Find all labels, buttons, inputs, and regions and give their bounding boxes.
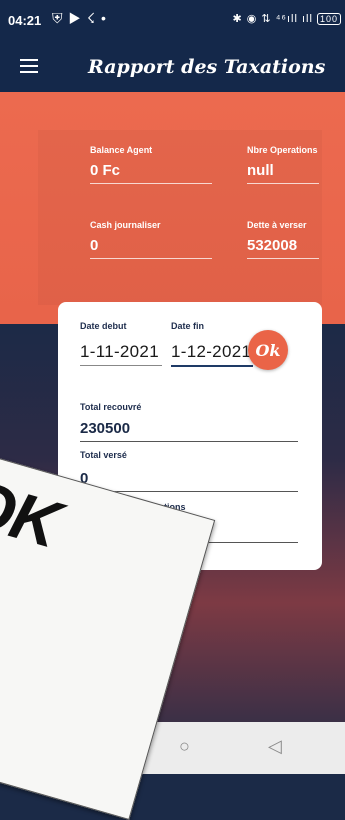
app-bar: Rapport des Taxations: [0, 44, 345, 92]
stat-value: null: [247, 162, 319, 184]
total-verse-label: Total versé: [80, 450, 127, 460]
date-fin-label: Date fin: [171, 321, 205, 331]
notification-icons: ⛨▶☇•: [52, 10, 112, 27]
total-verse-value: 0: [80, 470, 298, 492]
stat-balance-agent: Balance Agent 0 Fc: [90, 145, 212, 184]
youtube-icon: ▶: [68, 10, 87, 26]
status-time: 04:21: [8, 13, 42, 28]
home-button[interactable]: ○: [179, 736, 190, 757]
stat-value: 0 Fc: [90, 162, 212, 184]
date-debut-input[interactable]: 1-11-2021: [80, 342, 162, 366]
stat-label: Nbre Operations: [247, 145, 318, 155]
status-bar: 04:21 ⛨▶☇• ✱ ◉ ⇅ ⁴⁶ıll ıll 100: [0, 0, 345, 44]
stat-label: Balance Agent: [90, 145, 153, 155]
stat-value: 0: [90, 237, 212, 259]
stat-nbre-operations: Nbre Operations null: [247, 145, 319, 184]
date-fin-input[interactable]: 1-12-2021: [171, 342, 253, 367]
paper-overlay-text: OK: [0, 463, 67, 562]
stat-label: Dette à verser: [247, 220, 307, 230]
stat-value: 532008: [247, 237, 319, 259]
stat-label: Cash journaliser: [90, 220, 161, 230]
stat-cash-journaliser: Cash journaliser 0: [90, 220, 212, 259]
page-title: Rapport des Taxations: [88, 56, 326, 78]
total-recouvre-label: Total recouvré: [80, 402, 142, 412]
shield-icon: ⛨: [52, 10, 69, 26]
stat-dette-a-verser: Dette à verser 532008: [247, 220, 319, 259]
date-debut-label: Date debut: [80, 321, 127, 331]
dot-icon: •: [101, 10, 112, 26]
status-right: ✱ ◉ ⇅ ⁴⁶ıll ıll 100: [232, 12, 341, 25]
back-button[interactable]: ◁: [268, 736, 282, 757]
messenger-icon: ☇: [87, 10, 102, 26]
total-recouvre-value: 230500: [80, 420, 298, 442]
menu-icon[interactable]: [20, 59, 38, 73]
battery-icon: 100: [316, 13, 341, 25]
ok-button[interactable]: Ok: [248, 330, 288, 370]
system-status-icons: ✱ ◉ ⇅ ⁴⁶ıll ıll: [232, 13, 313, 25]
